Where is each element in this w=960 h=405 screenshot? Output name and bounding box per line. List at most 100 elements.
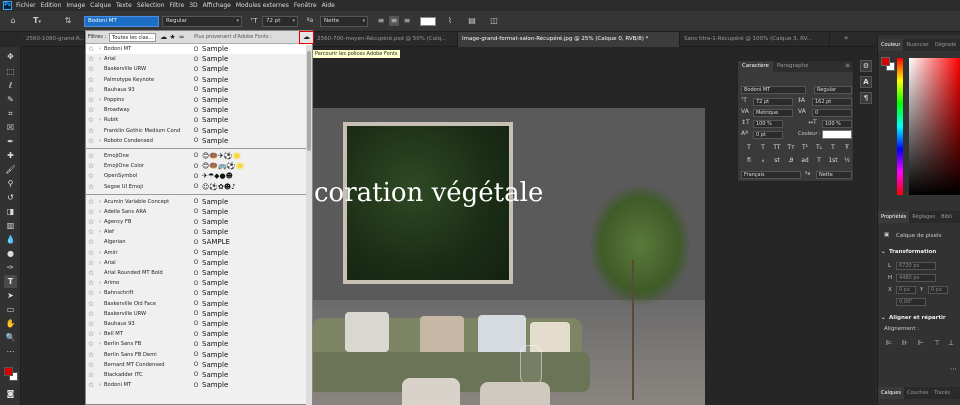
font-list-item[interactable]: ☆ › Poppins O Sample bbox=[86, 95, 312, 105]
font-list-item[interactable]: ☆ Blackadder ITC O Sample bbox=[86, 370, 312, 380]
font-list-item[interactable]: ☆ › Roboto Condensed O Sample bbox=[86, 136, 312, 146]
font-list-item[interactable]: ☆ Baskerville URW O Sample bbox=[86, 309, 312, 319]
font-style-select[interactable]: Regular ▾ bbox=[162, 16, 242, 27]
favorite-star-icon[interactable]: ☆ bbox=[86, 371, 96, 379]
font-list-item[interactable]: ☆ › Bodoni MT O Sample bbox=[86, 44, 312, 55]
color-picker-field[interactable] bbox=[909, 58, 960, 195]
opentype-feature-button[interactable]: fi bbox=[743, 157, 755, 164]
tab-document-2[interactable]: 2560-700-moyen-Récupéré.psd @ 50% (Calq.… bbox=[313, 32, 458, 47]
font-list-item[interactable]: ☆ › Bell MT O Sample bbox=[86, 329, 312, 339]
cp-antialias[interactable]: Nette bbox=[816, 171, 852, 179]
favorite-star-icon[interactable]: ☆ bbox=[86, 330, 96, 338]
classification-filter-select[interactable]: Toutes les clas... bbox=[109, 32, 157, 42]
favorite-star-icon[interactable]: ☆ bbox=[86, 172, 96, 180]
favorite-star-icon[interactable]: ☆ bbox=[86, 269, 96, 277]
favorite-star-icon[interactable]: ☆ bbox=[86, 361, 96, 369]
menu-fenetre[interactable]: Fenêtre bbox=[294, 2, 317, 9]
font-list-item[interactable]: ☆ Algerian O SAMPLE bbox=[86, 237, 312, 247]
font-list-item[interactable]: ☆ OpenSymbol O ✈☂◆●☻ bbox=[86, 171, 312, 181]
zoom-tool-icon[interactable]: 🔍 bbox=[4, 331, 17, 344]
opentype-feature-button[interactable]: ad bbox=[799, 157, 811, 164]
opentype-feature-button[interactable]: st bbox=[771, 157, 783, 164]
history-panel-icon[interactable]: ⚙ bbox=[860, 60, 872, 72]
font-list-item[interactable]: ☆ › Rubik O Sample bbox=[86, 115, 312, 125]
font-list-scrollbar[interactable] bbox=[306, 45, 312, 405]
font-list-item[interactable]: ☆ › Arial O Sample bbox=[86, 54, 312, 64]
font-list-item[interactable]: ☆ EmojiOne Color O 😊🍩🚌⚽🌟 bbox=[86, 161, 312, 171]
opentype-feature-button[interactable]: ½ bbox=[841, 157, 853, 164]
favorite-star-icon[interactable]: ☆ bbox=[86, 340, 96, 348]
favorite-star-icon[interactable]: ☆ bbox=[86, 208, 96, 216]
font-list-item[interactable]: ☆ › Adelle Sans ARA O Sample bbox=[86, 207, 312, 217]
move-tool-icon[interactable]: ✥ bbox=[4, 50, 17, 63]
favorite-star-icon[interactable]: ☆ bbox=[86, 76, 96, 84]
font-family-field[interactable]: Bodoni MT bbox=[84, 16, 159, 27]
menu-calque[interactable]: Calque bbox=[90, 2, 111, 9]
canvas-headline-text[interactable]: coration végétale bbox=[314, 178, 543, 208]
history-brush-tool-icon[interactable]: ↺ bbox=[4, 191, 17, 204]
font-list-dropdown[interactable]: Filtres : Toutes les clas... ☁ ★ ≈ Plus … bbox=[85, 30, 314, 405]
menu-aide[interactable]: Aide bbox=[322, 2, 335, 9]
menu-edition[interactable]: Edition bbox=[41, 2, 62, 9]
favorite-star-icon[interactable]: ☆ bbox=[86, 183, 96, 191]
align-right-icon[interactable]: ≡ bbox=[402, 16, 412, 26]
type-style-button[interactable]: T bbox=[743, 144, 755, 151]
text-orientation-icon[interactable]: ⇅ bbox=[62, 16, 74, 26]
tab-couches[interactable]: Couches bbox=[904, 387, 931, 399]
favorite-star-icon[interactable]: ☆ bbox=[86, 351, 96, 359]
favorite-star-icon[interactable]: ☆ bbox=[86, 137, 96, 145]
font-list-item[interactable]: ☆ Berlin Sans FB Demi O Sample bbox=[86, 349, 312, 359]
favorite-star-icon[interactable]: ☆ bbox=[86, 289, 96, 297]
paragraph-panel-icon[interactable]: ¶ bbox=[860, 92, 872, 104]
cp-leading[interactable]: 162 pt bbox=[812, 98, 852, 106]
font-list-item[interactable]: ☆ Bauhaus 93 O Sample bbox=[86, 319, 312, 329]
pen-tool-icon[interactable]: ✑ bbox=[4, 261, 17, 274]
font-list-item[interactable]: ☆ Broadway O Sample bbox=[86, 105, 312, 115]
font-list-item[interactable]: ☆ Baskerville URW O Sample bbox=[86, 64, 312, 74]
quick-selection-tool-icon[interactable]: ✎ bbox=[4, 93, 17, 106]
align-h-centers-icon[interactable]: ⊪ bbox=[902, 339, 908, 347]
type-tool-preset-icon[interactable]: T▾ bbox=[30, 16, 44, 27]
font-list-item[interactable]: ☆ Bernard MT Condensed O Sample bbox=[86, 360, 312, 370]
font-list-item[interactable]: ☆ Segoe UI Emoji O ☺⚽✿☻♪ bbox=[86, 181, 312, 191]
font-list-item[interactable]: ☆ Palmotype Keynote O Sample bbox=[86, 75, 312, 85]
clone-stamp-tool-icon[interactable]: ⚲ bbox=[4, 177, 17, 190]
font-list-item[interactable]: ☆ Arial Rounded MT Bold O Sample bbox=[86, 268, 312, 278]
favorite-star-icon[interactable]: ☆ bbox=[86, 198, 96, 206]
menu-3d[interactable]: 3D bbox=[189, 2, 197, 9]
tab-nuancier[interactable]: Nuancier bbox=[903, 39, 931, 51]
cloud-filter-icon[interactable]: ☁ bbox=[159, 33, 168, 41]
favorite-star-icon[interactable]: ☆ bbox=[86, 320, 96, 328]
font-list-item[interactable]: ☆ › Alef O Sample bbox=[86, 227, 312, 237]
angle-field[interactable]: 0,00° bbox=[896, 298, 926, 306]
opentype-feature-button[interactable]: T bbox=[813, 157, 825, 164]
tab-degrade[interactable]: Dégradé bbox=[932, 39, 959, 51]
favorite-star-icon[interactable]: ☆ bbox=[86, 279, 96, 287]
cp-color-swatch[interactable] bbox=[822, 130, 852, 139]
favorite-star-icon[interactable]: ☆ bbox=[86, 127, 96, 135]
menu-texte[interactable]: Texte bbox=[116, 2, 132, 9]
cp-language[interactable]: Français bbox=[741, 171, 801, 179]
x-field[interactable]: 0 px bbox=[896, 286, 916, 294]
font-list-item[interactable]: ☆ › Berlin Sans FB O Sample bbox=[86, 339, 312, 349]
favorite-star-icon[interactable]: ☆ bbox=[86, 310, 96, 318]
font-list-item[interactable]: ☆ Baskerville Old Face O Sample bbox=[86, 299, 312, 309]
antialias-select[interactable]: Nette ▾ bbox=[320, 16, 368, 27]
tab-bibliotheques[interactable]: Bibli bbox=[938, 211, 955, 223]
more-tools-icon[interactable]: ⋯ bbox=[4, 345, 17, 358]
favorite-star-icon[interactable]: ☆ bbox=[86, 116, 96, 124]
type-style-button[interactable]: T¹ bbox=[799, 144, 811, 151]
opentype-feature-button[interactable]: Ꭿ bbox=[785, 157, 797, 165]
dock-foreground-swatch[interactable] bbox=[881, 57, 890, 66]
marquee-tool-icon[interactable]: ⬚ bbox=[4, 65, 17, 78]
menu-selection[interactable]: Sélection bbox=[137, 2, 165, 9]
frame-tool-icon[interactable]: ☒ bbox=[4, 121, 17, 134]
font-size-select[interactable]: 72 pt ▾ bbox=[262, 16, 298, 27]
height-field[interactable]: 4480 px bbox=[896, 274, 936, 282]
tab-document-active[interactable]: Image-grand-format-salon-Récupéré.jpg @ … bbox=[458, 32, 680, 47]
tab-reglages[interactable]: Réglages bbox=[909, 211, 938, 223]
favorite-star-icon[interactable]: ☆ bbox=[86, 45, 96, 53]
type-style-button[interactable]: Ŧ bbox=[841, 144, 853, 151]
tab-document-1[interactable]: 2560-1080-grand-R... bbox=[22, 32, 85, 47]
character-panel-icon[interactable]: A bbox=[860, 76, 872, 88]
